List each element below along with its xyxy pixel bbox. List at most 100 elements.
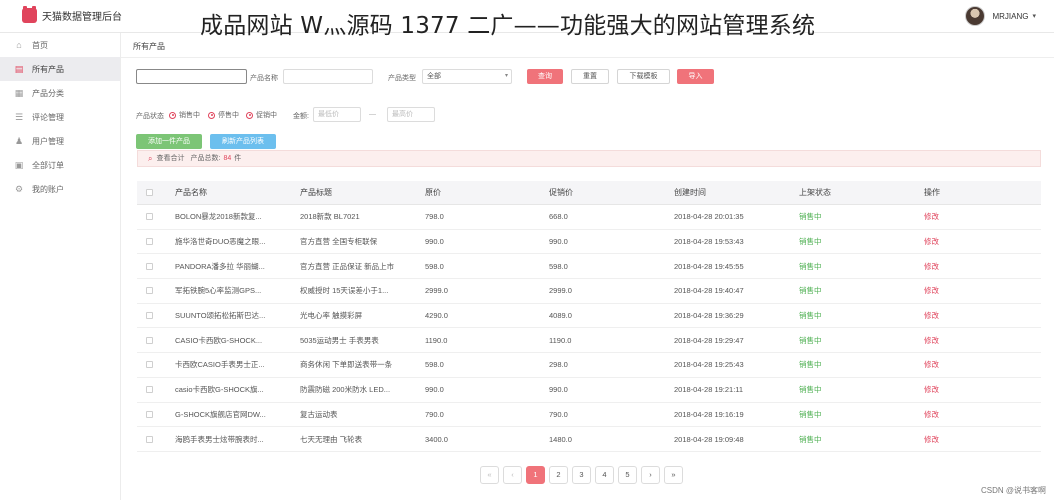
- table-row[interactable]: BOLON暴龙2018新款复... 2018新款 BL7021 798.0 668.0…: [137, 205, 1041, 230]
- avatar[interactable]: [965, 6, 986, 26]
- product-name-cell[interactable]: 卡西欧CASIO手表男士正...: [175, 353, 275, 377]
- table-row[interactable]: SUUNTO颂拓松拓斯巴达... 光电心率 触摸彩屏 4290.0 4089.0 201…: [137, 304, 1041, 329]
- row-select-cell: [146, 279, 166, 303]
- header-promo-price[interactable]: 促销价: [549, 181, 649, 204]
- status-radio-on-sale[interactable]: 销售中: [169, 110, 200, 120]
- page-number-button[interactable]: 5: [618, 466, 637, 484]
- original-price-cell: 4290.0: [425, 311, 448, 321]
- row-select-cell: [146, 353, 166, 377]
- edit-link[interactable]: 修改: [924, 378, 984, 402]
- product-name-cell[interactable]: BOLON暴龙2018新款复...: [175, 205, 275, 229]
- edit-link[interactable]: 修改: [924, 427, 984, 451]
- chevron-down-icon[interactable]: ▾: [1032, 12, 1036, 20]
- table-row[interactable]: casio卡西欧G-SHOCK旗... 防震防磁 200米防水 LED... 990…: [137, 378, 1041, 403]
- last-page-button[interactable]: »: [664, 466, 683, 484]
- row-checkbox[interactable]: [146, 213, 153, 221]
- table-row[interactable]: G-SHOCK旗舰店官网DW... 复古运动表 790.0 790.0 2018-04-…: [137, 403, 1041, 428]
- row-select-cell: [146, 230, 166, 254]
- reset-button[interactable]: 重置: [571, 69, 609, 84]
- product-name-cell[interactable]: G-SHOCK旗舰店官网DW...: [175, 403, 275, 427]
- row-checkbox[interactable]: [146, 410, 153, 418]
- table-row[interactable]: PANDORA潘多拉 华丽蝴... 官方直营 正品保证 新品上市 598.0 598.…: [137, 254, 1041, 280]
- first-page-button[interactable]: «: [480, 466, 499, 484]
- search-button[interactable]: 查询: [527, 69, 563, 84]
- created-time-cell: 2018-04-28 20:01:35: [674, 212, 744, 222]
- header-product-title[interactable]: 产品标题: [300, 181, 408, 204]
- product-title-cell: 七天无理由 飞轮表: [300, 434, 363, 444]
- user-menu[interactable]: MRJIANG ▾: [965, 6, 1036, 26]
- promo-price-cell: 2999.0: [549, 286, 572, 296]
- row-checkbox[interactable]: [146, 262, 153, 270]
- radio-icon: [208, 111, 215, 119]
- product-name-cell[interactable]: 海鸥手表男士炫带腕表时...: [175, 427, 275, 451]
- product-name-cell[interactable]: 施华洛世奇DUO恶魔之眼...: [175, 230, 275, 254]
- created-time-cell: 2018-04-28 19:16:19: [674, 409, 744, 419]
- product-list-icon: ▤: [14, 63, 24, 74]
- sidebar-item-label: 产品分类: [32, 88, 64, 98]
- prev-page-button[interactable]: ‹: [503, 466, 522, 484]
- product-name-cell[interactable]: 军拓铁腕5心率监测GPS...: [175, 279, 275, 303]
- sidebar-item[interactable]: ♟ 用户管理: [0, 129, 120, 153]
- edit-link[interactable]: 修改: [924, 304, 984, 328]
- row-checkbox[interactable]: [146, 386, 153, 394]
- edit-link[interactable]: 修改: [924, 230, 984, 254]
- row-checkbox[interactable]: [146, 238, 153, 246]
- edit-link[interactable]: 修改: [924, 328, 984, 352]
- product-name-cell[interactable]: casio卡西欧G-SHOCK旗...: [175, 378, 275, 402]
- add-product-button[interactable]: 添加一件产品: [136, 134, 202, 149]
- brand[interactable]: 天猫数据管理后台: [22, 6, 122, 23]
- sidebar-item[interactable]: ⚙ 我的账户: [0, 177, 120, 201]
- status-radio-promo[interactable]: 促销中: [246, 110, 277, 120]
- edit-link[interactable]: 修改: [924, 403, 984, 427]
- download-template-button[interactable]: 下载模板: [617, 69, 670, 84]
- next-page-button[interactable]: ›: [641, 466, 660, 484]
- table-row[interactable]: CASIO卡西欧G-SHOCK... 5035运动男士 手表男表 1190.0 119…: [137, 328, 1041, 354]
- product-type-label: 产品类型: [388, 75, 416, 82]
- sidebar-item[interactable]: ▦ 产品分类: [0, 81, 120, 105]
- page-number-button[interactable]: 1: [526, 466, 545, 484]
- sidebar-item[interactable]: ▣ 全部订单: [0, 153, 120, 177]
- table-row[interactable]: 卡西欧CASIO手表男士正... 商务休闲 下单即送表带一条 598.0 298.0 2…: [137, 353, 1041, 378]
- header-created-time[interactable]: 创建时间: [674, 181, 784, 204]
- select-all-checkbox[interactable]: [146, 189, 153, 196]
- status-cell: 销售中: [799, 385, 822, 395]
- promo-price-cell: 1190.0: [549, 335, 572, 345]
- row-checkbox[interactable]: [146, 312, 153, 320]
- product-type-select[interactable]: 全部 ▾: [422, 69, 512, 84]
- created-time-cell: 2018-04-28 19:40:47: [674, 286, 744, 296]
- summary-bar: ⌕ 查看合计 产品总数: 84 件: [137, 150, 1041, 167]
- product-name-cell[interactable]: SUUNTO颂拓松拓斯巴达...: [175, 304, 275, 328]
- header-product-name[interactable]: 产品名称: [175, 181, 275, 204]
- sidebar-item[interactable]: ▤ 所有产品: [0, 57, 120, 81]
- header-original-price[interactable]: 原价: [425, 181, 525, 204]
- edit-link[interactable]: 修改: [924, 279, 984, 303]
- edit-link[interactable]: 修改: [924, 205, 984, 229]
- product-name-cell[interactable]: PANDORA潘多拉 华丽蝴...: [175, 254, 275, 278]
- table-row[interactable]: 海鸥手表男士炫带腕表时... 七天无理由 飞轮表 3400.0 1480.0 2018-…: [137, 427, 1041, 452]
- page-number-button[interactable]: 3: [572, 466, 591, 484]
- page-number-button[interactable]: 4: [595, 466, 614, 484]
- price-min-input[interactable]: 最低价: [313, 107, 361, 122]
- price-max-input[interactable]: 最高价: [387, 107, 435, 122]
- status-radio-stopped[interactable]: 停售中: [208, 110, 239, 120]
- row-checkbox[interactable]: [146, 435, 153, 443]
- row-checkbox[interactable]: [146, 361, 153, 369]
- sidebar-item[interactable]: ☰ 评论管理: [0, 105, 120, 129]
- product-name-input[interactable]: [283, 69, 373, 84]
- refresh-list-button[interactable]: 刷新产品列表: [210, 134, 276, 149]
- header-status[interactable]: 上架状态: [799, 181, 879, 204]
- table-row[interactable]: 军拓铁腕5心率监测GPS... 权威授时 15天误差小于1... 2999.0 299…: [137, 279, 1041, 304]
- edit-link[interactable]: 修改: [924, 254, 984, 278]
- edit-link[interactable]: 修改: [924, 353, 984, 377]
- row-checkbox[interactable]: [146, 336, 153, 344]
- sidebar-item[interactable]: ⌂ 首页: [0, 33, 120, 57]
- product-name-cell[interactable]: CASIO卡西欧G-SHOCK...: [175, 328, 275, 352]
- page-number-button[interactable]: 2: [549, 466, 568, 484]
- status-option-label: 促销中: [256, 112, 277, 119]
- row-checkbox[interactable]: [146, 287, 153, 295]
- product-title-cell: 官方直营 正品保证 新品上市: [300, 261, 395, 271]
- import-button[interactable]: 导入: [677, 69, 714, 84]
- created-time-cell: 2018-04-28 19:25:43: [674, 360, 744, 370]
- keyword-input[interactable]: [136, 69, 247, 84]
- table-row[interactable]: 施华洛世奇DUO恶魔之眼... 官方直营 全国专柜联保 990.0 990.0 2018…: [137, 230, 1041, 255]
